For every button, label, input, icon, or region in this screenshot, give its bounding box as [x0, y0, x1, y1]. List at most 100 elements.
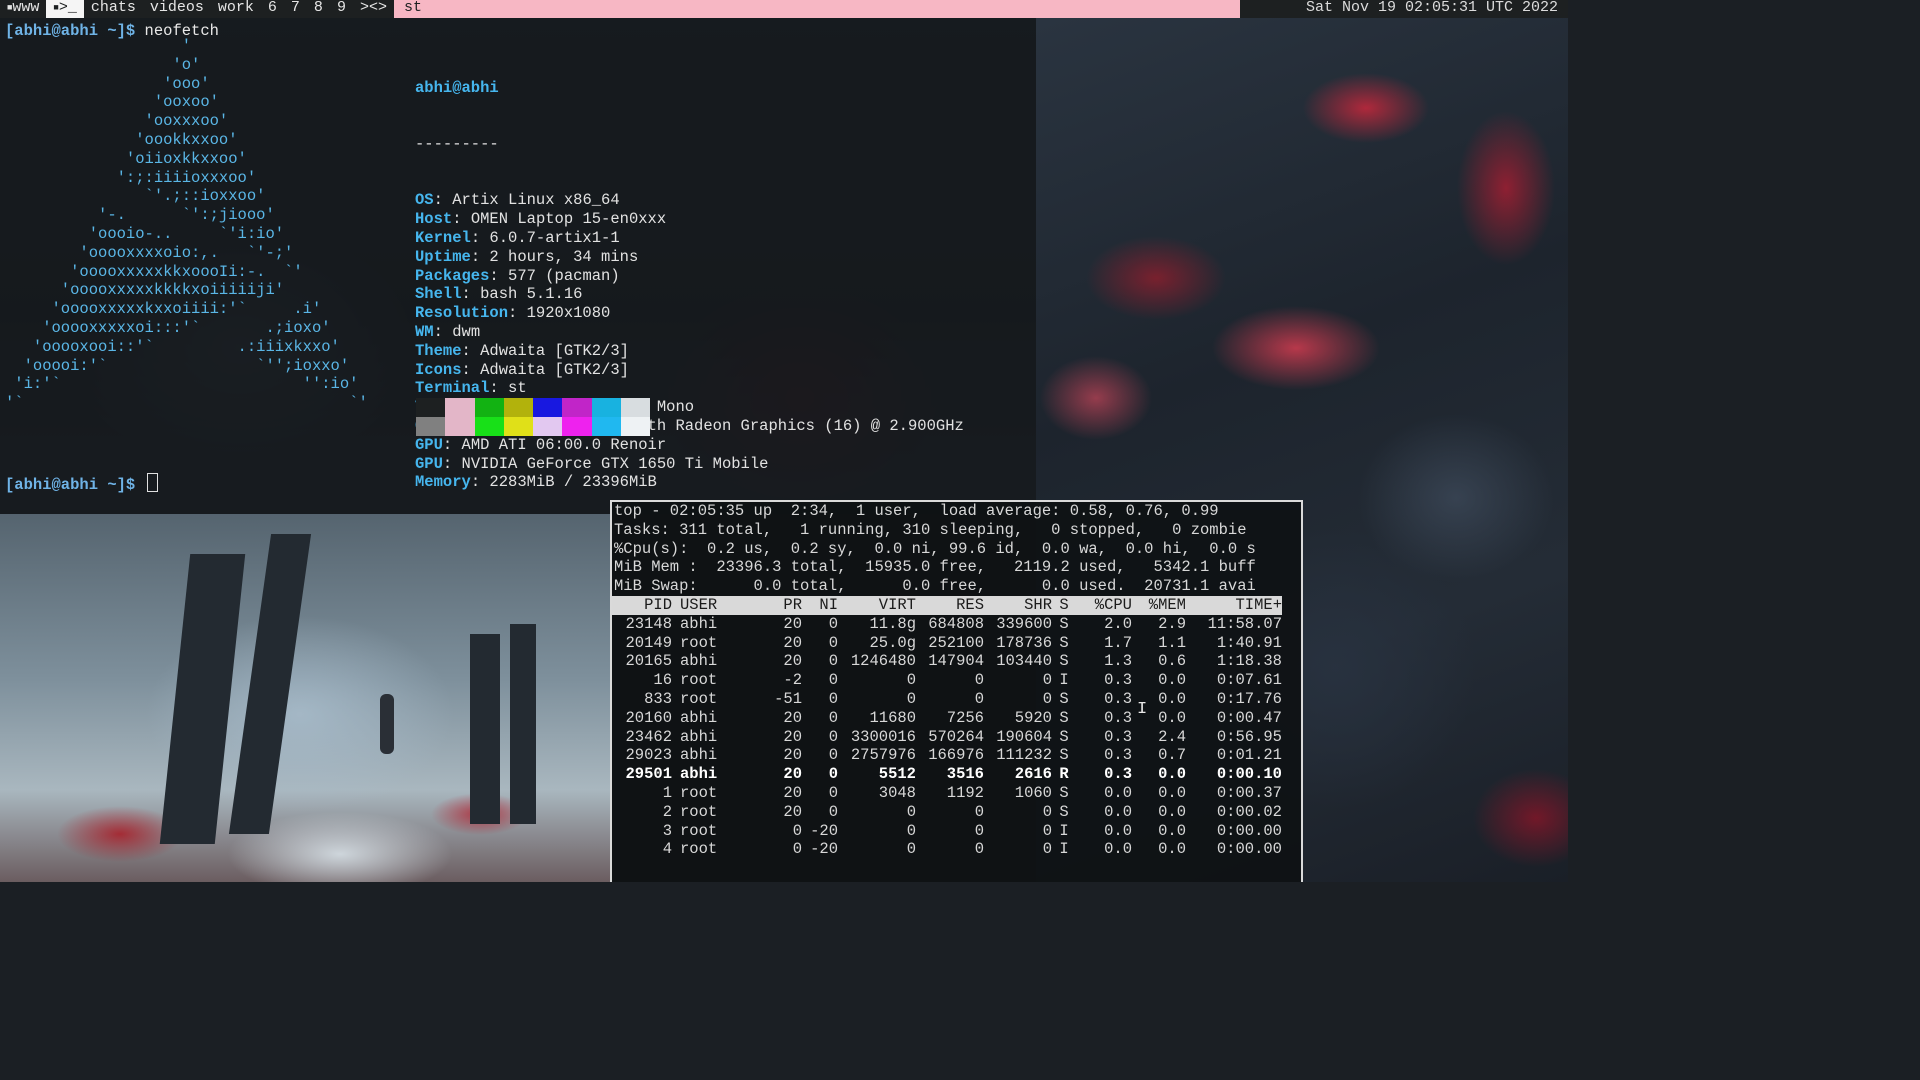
- process-table-header: PID USER PR NI VIRT RES SHR S %CPU %MEM TIME+: [612, 595, 1282, 615]
- info-key: Theme: [415, 341, 462, 360]
- command-line-2: [abhi@abhi ~]$: [5, 473, 158, 495]
- layout-indicator[interactable]: ><>: [353, 0, 394, 18]
- process-cell: 20165: [625, 652, 672, 671]
- shell-prompt-2: [abhi@abhi ~]$: [5, 476, 136, 494]
- process-cell: 5512: [878, 765, 916, 784]
- tag-1[interactable]: ■www: [0, 0, 46, 18]
- process-cell: 0: [828, 652, 838, 671]
- process-cell: 0:00.10: [1216, 765, 1282, 784]
- column-header[interactable]: S: [1052, 596, 1076, 615]
- terminal-top[interactable]: top - 02:05:35 up 2:34, 1 user, load ave…: [610, 500, 1303, 882]
- process-cell: 2757976: [850, 746, 916, 765]
- process-cell: root: [680, 840, 718, 859]
- info-line: Uptime: 2 hours, 34 mins: [415, 248, 964, 267]
- process-cell: 833: [644, 689, 672, 708]
- process-cell: I: [1059, 671, 1069, 690]
- column-header[interactable]: SHR: [984, 596, 1052, 615]
- palette-swatch: [533, 398, 563, 417]
- process-cell: abhi: [680, 614, 718, 633]
- process-table: PID USER PR NI VIRT RES SHR S %CPU %MEM TIME+ 2314…: [612, 595, 1282, 859]
- tag-4[interactable]: videos: [143, 0, 211, 18]
- process-row[interactable]: 1 root 20 0 3048 1192 1060 S 0.0 0.0 0:00.37: [612, 784, 1282, 803]
- process-cell: 0: [1042, 802, 1052, 821]
- info-line: Memory: 2283MiB / 23396MiB: [415, 473, 964, 492]
- process-row[interactable]: 29501 abhi 20 0 5512 3516 2616 R 0.3 0.0 0:00.10: [612, 765, 1282, 784]
- process-cell: 0: [792, 840, 802, 859]
- tag-2[interactable]: ■>_: [46, 0, 84, 18]
- process-cell: 0.0: [1104, 783, 1132, 802]
- column-header[interactable]: VIRT: [838, 596, 916, 615]
- palette-swatch: [503, 398, 534, 417]
- process-cell: I: [1059, 840, 1069, 859]
- process-cell: 0: [974, 840, 984, 859]
- process-row[interactable]: 23462 abhi 20 0 3300016 570264 190604 S 0.3 2.4 0:…: [612, 728, 1282, 747]
- text-cursor: [146, 473, 158, 492]
- info-line: Packages: 577 (pacman): [415, 267, 964, 286]
- process-cell: 0.3: [1104, 746, 1132, 765]
- tag-8[interactable]: 8: [307, 0, 330, 18]
- process-row[interactable]: 2 root 20 0 0 0 0 S 0.0 0.0 0:00.02: [612, 803, 1282, 822]
- process-cell: 0.0: [1158, 821, 1186, 840]
- info-key: Shell: [415, 285, 462, 304]
- info-colon: :: [442, 435, 462, 454]
- process-cell: S: [1059, 708, 1069, 727]
- terminal-neofetch[interactable]: [abhi@abhi ~]$ neofetch ' 'o' 'ooo' 'oox…: [0, 18, 1036, 514]
- column-header[interactable]: RES: [916, 596, 984, 615]
- info-key: WM: [415, 322, 434, 341]
- process-row[interactable]: 23148 abhi 20 0 11.8g 684808 339600 S 2.0 2.9 11:5…: [612, 615, 1282, 634]
- info-colon: :: [470, 247, 490, 266]
- column-header[interactable]: PR: [748, 596, 802, 615]
- process-cell: 1246480: [850, 652, 916, 671]
- info-line: Theme: Adwaita [GTK2/3]: [415, 342, 964, 361]
- process-cell: 0: [906, 802, 916, 821]
- process-row[interactable]: 20149 root 20 0 25.0g 252100 178736 S 1.7 1.1 1:40…: [612, 634, 1282, 653]
- process-cell: 29501: [625, 765, 672, 784]
- status-bar: ■www ■>_ chats videos work 6 7 8 9 ><> st Sat No…: [0, 0, 1568, 18]
- logo-line: 'ooooi:'` `'';ioxxo': [5, 356, 350, 375]
- column-header[interactable]: %MEM: [1132, 596, 1186, 615]
- tag-label: chats: [90, 0, 136, 16]
- process-cell: 0.0: [1158, 840, 1186, 859]
- tag-5[interactable]: work: [211, 0, 261, 18]
- process-row[interactable]: 20160 abhi 20 0 11680 7256 5920 S 0.3 0.0 0:00.47: [612, 709, 1282, 728]
- palette-swatch: [591, 398, 622, 417]
- tag-6[interactable]: 6: [261, 0, 284, 18]
- process-cell: 2.0: [1104, 614, 1132, 633]
- column-header[interactable]: TIME+: [1186, 596, 1282, 615]
- tag-label: 9: [336, 0, 346, 16]
- summary-line: Tasks: 311 total, 1 running, 310 sleepin…: [614, 520, 1247, 539]
- tag-label: 8: [313, 0, 323, 16]
- palette-swatch: [445, 417, 475, 436]
- column-header[interactable]: NI: [802, 596, 838, 615]
- artix-ascii-logo: ' 'o' 'ooo' 'ooxoo' 'ooxxxoo' 'oookkxxoo…: [5, 37, 368, 413]
- process-cell: S: [1059, 689, 1069, 708]
- process-row[interactable]: 29023 abhi 20 0 2757976 166976 111232 S 0.3 0.7 0:…: [612, 746, 1282, 765]
- tag-3[interactable]: chats: [84, 0, 143, 18]
- column-header[interactable]: PID: [612, 596, 672, 615]
- column-header[interactable]: USER: [672, 596, 748, 615]
- info-line: GPU: NVIDIA GeForce GTX 1650 Ti Mobile: [415, 455, 964, 474]
- info-line: Icons: Adwaita [GTK2/3]: [415, 361, 964, 380]
- tag-9[interactable]: 9: [330, 0, 353, 18]
- process-cell: 0.3: [1104, 765, 1132, 784]
- process-row[interactable]: 20165 abhi 20 0 1246480 147904 103440 S 1.3 0.6 1:…: [612, 652, 1282, 671]
- process-cell: 0: [906, 821, 916, 840]
- process-cell: 3: [662, 821, 672, 840]
- tag-7[interactable]: 7: [284, 0, 307, 18]
- logo-line: ':;:iiiioxxxoo': [5, 168, 257, 187]
- process-cell: 0.7: [1158, 746, 1186, 765]
- info-key: Uptime: [415, 247, 471, 266]
- process-row[interactable]: 16 root -2 0 0 0 0 I 0.3 0.0 0:07.61: [612, 671, 1282, 690]
- summary-line: MiB Mem : 23396.3 total, 15935.0 free, 2…: [614, 558, 1256, 577]
- process-cell: 178736: [996, 633, 1052, 652]
- process-row[interactable]: 4 root 0 -20 0 0 0 I 0.0 0.0 0:00.00: [612, 840, 1282, 859]
- process-row[interactable]: 3 root 0 -20 0 0 0 I 0.0 0.0 0:00.00: [612, 822, 1282, 841]
- process-cell: 0: [906, 689, 916, 708]
- workspace-tags: ■www ■>_ chats videos work 6 7 8 9: [0, 0, 353, 18]
- process-cell: 23148: [625, 614, 672, 633]
- process-cell: 0.0: [1158, 802, 1186, 821]
- process-row[interactable]: 833 root -51 0 0 0 0 S 0.3 0.0 0:17.76: [612, 690, 1282, 709]
- process-cell: 1.1: [1158, 633, 1186, 652]
- column-header[interactable]: %CPU: [1076, 596, 1132, 615]
- process-cell: 0: [828, 633, 838, 652]
